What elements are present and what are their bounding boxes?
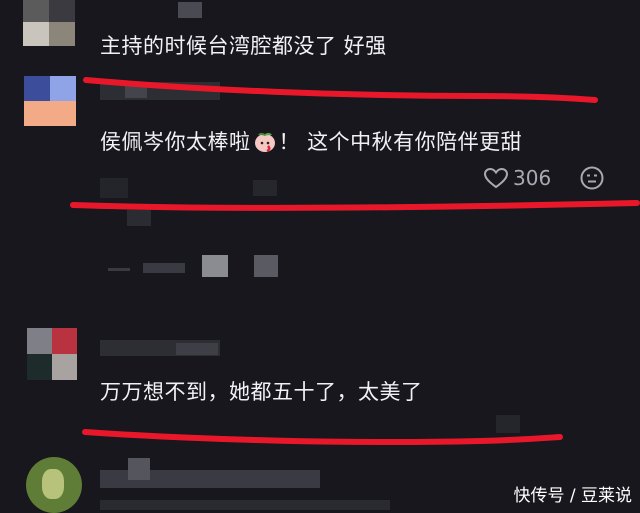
watermark: 快传号 / 豆莱说 [513,486,632,506]
red-underline-annotation [70,77,640,445]
